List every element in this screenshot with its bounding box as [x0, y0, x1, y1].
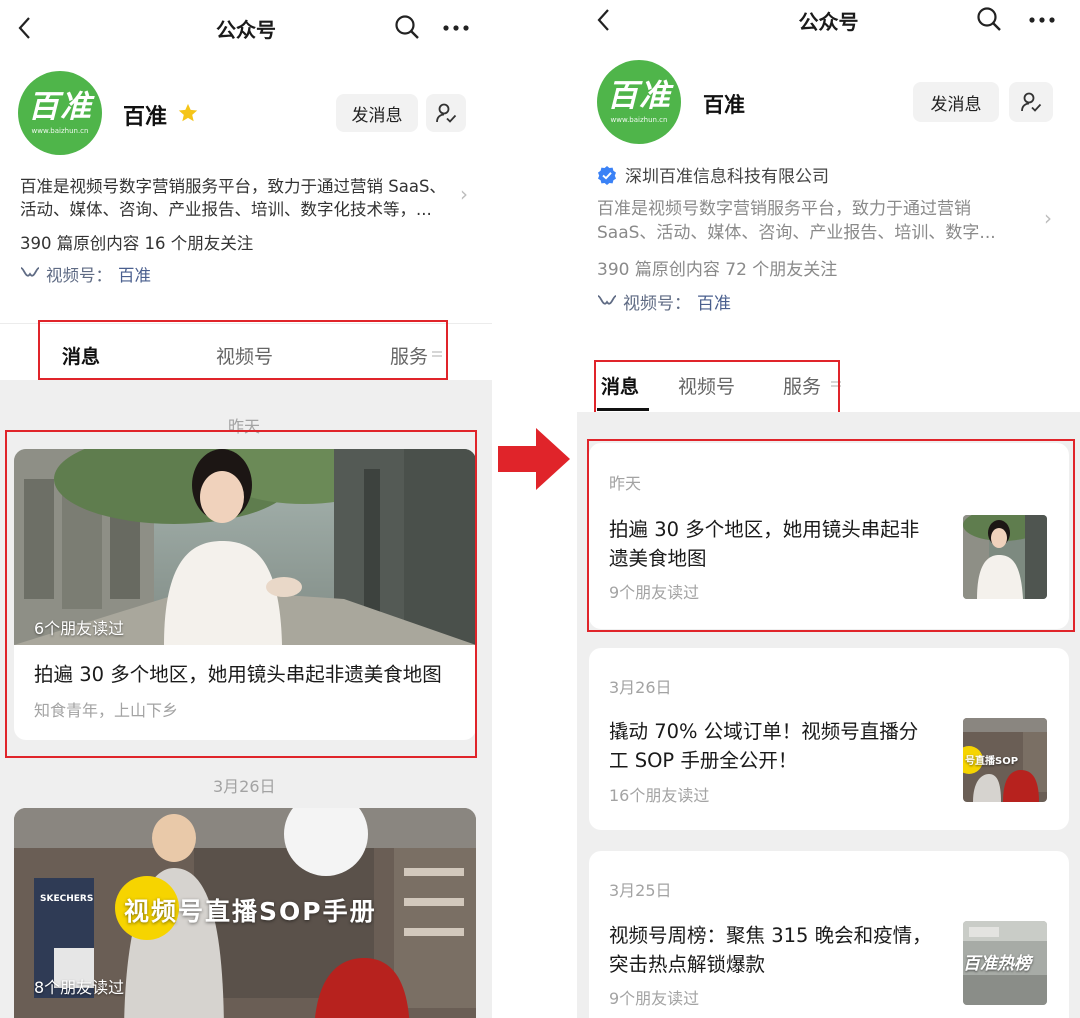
user-check-button[interactable] — [1009, 82, 1053, 122]
account-name: 百准 — [123, 105, 168, 130]
article-title: 视频号周榜：聚焦 315 晚会和疫情， 突击热点解锁爆款 — [609, 924, 932, 976]
channel-link[interactable]: 视频号： 百准 — [20, 262, 151, 286]
chevron-right-icon[interactable]: › — [1044, 206, 1052, 230]
send-message-button[interactable]: 发消息 — [336, 94, 418, 132]
more-icon[interactable] — [440, 14, 472, 42]
star-icon — [176, 101, 200, 125]
nav-bar: 公众号 — [577, 0, 1080, 54]
page-title: 公众号 — [798, 10, 859, 34]
right-screenshot-panel: 公众号 百准 www.baizhun.cn 百准 发消息 深圳百准信息科技有限公… — [577, 0, 1080, 1018]
send-message-button[interactable]: 发消息 — [913, 82, 999, 122]
thumbnail-caption: 号直播SOP — [965, 756, 1019, 767]
account-name: 百准 — [703, 93, 745, 117]
post-date: 3月26日 — [213, 777, 276, 796]
channel-link[interactable]: 视频号： 百准 — [597, 289, 731, 314]
channel-icon — [20, 267, 40, 277]
user-check-icon — [436, 103, 457, 123]
article-card[interactable]: 3月26日 撬动 70% 公域订单！视频号直播分 工 SOP 手册全公开！ 16… — [589, 648, 1069, 830]
account-description: 百准是视频号数字营销服务平台，致力于通过营销 SaaS、 活动、媒体、咨询、产业… — [20, 177, 446, 219]
chevron-right-icon[interactable]: › — [460, 182, 468, 206]
left-screenshot-panel: 公众号 百准 www.baizhun.cn 百准 发消息 百准是视频号数字营销服… — [0, 0, 492, 1018]
post-date: 3月26日 — [609, 678, 672, 697]
article-thumbnail: 百准热榜 — [963, 921, 1047, 1005]
user-check-button[interactable] — [426, 94, 466, 132]
article-thumbnail: 号直播SOP — [963, 718, 1047, 802]
card-highlight-box — [5, 430, 477, 758]
friends-read-count: 9个朋友读过 — [609, 989, 700, 1008]
post-date: 3月25日 — [609, 881, 672, 900]
channel-icon — [597, 294, 617, 304]
article-title: 撬动 70% 公域订单！视频号直播分 工 SOP 手册全公开！ — [609, 720, 919, 772]
tabs-highlight-box — [38, 320, 448, 380]
card-highlight-box — [587, 439, 1075, 632]
account-logo: 百准 www.baizhun.cn — [597, 60, 681, 144]
verified-icon — [598, 165, 616, 185]
account-logo: 百准 www.baizhun.cn — [18, 71, 102, 155]
account-stats: 390 篇原创内容 72 个朋友关注 — [597, 260, 838, 280]
thumbnail-caption: 百准热榜 — [963, 954, 1031, 974]
article-card[interactable]: 3月25日 视频号周榜：聚焦 315 晚会和疫情， 突击热点解锁爆款 9个朋友读… — [589, 851, 1069, 1018]
account-stats: 390 篇原创内容 16 个朋友关注 — [20, 234, 254, 253]
search-icon[interactable] — [392, 12, 422, 42]
brand-sign: SKECHERS — [40, 894, 94, 904]
arrow-right-icon — [494, 424, 574, 494]
friends-read-count: 8个朋友读过 — [34, 978, 125, 997]
verified-company: 深圳百准信息科技有限公司 — [597, 162, 829, 187]
nav-bar: 公众号 — [0, 0, 492, 54]
friends-read-count: 16个朋友读过 — [609, 786, 710, 805]
search-icon[interactable] — [974, 4, 1004, 34]
account-description: 百准是视频号数字营销服务平台，致力于通过营销 SaaS、活动、媒体、咨询、产业报… — [597, 199, 996, 243]
user-check-icon — [1021, 92, 1042, 112]
cover-caption: 视频号直播SOP手册 — [124, 897, 377, 926]
tabs-highlight-box — [594, 360, 840, 417]
article-card[interactable]: 视频号直播SOP手册 SKECHERS 8个朋友读过 — [14, 808, 476, 1018]
more-icon[interactable] — [1026, 6, 1058, 34]
